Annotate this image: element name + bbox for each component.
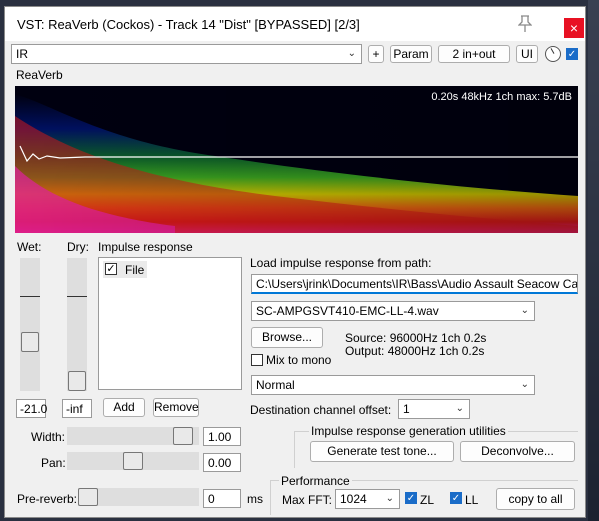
browse-button[interactable]: Browse... [251, 327, 323, 348]
dest-offset-value: 1 [403, 402, 410, 416]
wet-knob-icon[interactable] [545, 46, 561, 62]
width-slider[interactable] [67, 427, 199, 445]
width-value-field[interactable]: 1.00 [203, 427, 241, 446]
ir-file-dropdown[interactable]: SC-AMPGSVT410-EMC-LL-4.wav ⌄ [251, 301, 535, 321]
prereverb-value-field[interactable]: 0 [203, 489, 241, 508]
pan-slider-thumb[interactable] [123, 452, 143, 470]
dry-slider[interactable] [67, 258, 87, 391]
desktop-background [588, 0, 599, 521]
mix-to-mono-label: Mix to mono [266, 353, 332, 367]
preset-value: IR [16, 47, 28, 61]
ll-checkbox[interactable]: ✓ [450, 492, 462, 504]
pin-icon[interactable] [517, 15, 534, 33]
deconvolve-button[interactable]: Deconvolve... [460, 441, 575, 462]
remove-impulse-button[interactable]: Remove [153, 398, 199, 417]
chevron-down-icon: ⌄ [455, 403, 464, 414]
ir-path-input[interactable]: C:\Users\jrink\Documents\IR\Bass\Audio A… [251, 274, 578, 294]
param-button[interactable]: Param [390, 45, 432, 63]
ir-file-value: SC-AMPGSVT410-EMC-LL-4.wav [256, 304, 439, 318]
dry-value-field[interactable]: -inf [62, 399, 92, 418]
mode-dropdown[interactable]: Normal ⌄ [251, 375, 535, 395]
dest-offset-dropdown[interactable]: 1 ⌄ [398, 399, 470, 419]
mix-to-mono-checkbox[interactable] [251, 354, 263, 366]
width-label: Width: [31, 430, 66, 444]
list-item[interactable]: ✓ File [103, 261, 147, 278]
plugin-label: ReaVerb [16, 68, 63, 82]
dest-offset-label: Destination channel offset: [250, 403, 392, 417]
wet-label: Wet: [17, 240, 42, 254]
impulse-list[interactable]: ✓ File [98, 257, 242, 390]
wet-slider-thumb[interactable] [21, 332, 39, 352]
preset-dropdown[interactable]: IR ⌄ [11, 44, 362, 64]
add-preset-button[interactable]: + [368, 45, 384, 63]
chevron-down-icon: ⌄ [385, 493, 394, 504]
prereverb-slider[interactable] [78, 488, 199, 506]
gen-utilities-label: Impulse response generation utilities [309, 424, 508, 438]
bypass-checkbox[interactable]: ✓ [566, 48, 578, 60]
width-slider-thumb[interactable] [173, 427, 193, 445]
plugin-window: VST: ReaVerb (Cockos) - Track 14 "Dist" … [4, 6, 586, 518]
chevron-down-icon: ⌄ [520, 379, 529, 390]
max-fft-dropdown[interactable]: 1024 ⌄ [335, 489, 400, 509]
load-path-label: Load impulse response from path: [250, 256, 432, 270]
prereverb-label: Pre-reverb: [17, 492, 78, 506]
wet-slider[interactable] [20, 258, 40, 391]
chevron-down-icon: ⌄ [347, 48, 356, 59]
pan-value-field[interactable]: 0.00 [203, 453, 241, 472]
wet-value-field[interactable]: -21.0 [16, 399, 47, 418]
performance-label: Performance [279, 474, 352, 488]
title-bar[interactable]: VST: ReaVerb (Cockos) - Track 14 "Dist" … [5, 7, 585, 41]
close-button[interactable]: × [564, 18, 584, 38]
copy-to-all-button[interactable]: copy to all [496, 488, 575, 510]
ll-label: LL [465, 493, 479, 507]
close-icon: × [569, 20, 579, 36]
window-title: VST: ReaVerb (Cockos) - Track 14 "Dist" … [17, 17, 360, 32]
source-info: Source: 96000Hz 1ch 0.2s [345, 331, 487, 345]
zl-label: ZL [420, 493, 435, 507]
prereverb-slider-thumb[interactable] [78, 488, 98, 506]
spectrogram: 0.20s 48kHz 1ch max: 5.7dB [15, 86, 578, 233]
mode-value: Normal [256, 378, 295, 392]
pan-slider[interactable] [67, 452, 199, 470]
impulse-item-checkbox[interactable]: ✓ [105, 263, 117, 275]
impulse-item-label: File [125, 263, 145, 277]
max-fft-value: 1024 [340, 492, 367, 506]
spectrogram-info: 0.20s 48kHz 1ch max: 5.7dB [431, 91, 572, 103]
chevron-down-icon: ⌄ [520, 305, 529, 316]
add-impulse-button[interactable]: Add [103, 398, 145, 417]
pan-label: Pan: [41, 456, 66, 470]
dry-slider-thumb[interactable] [68, 371, 86, 391]
zl-checkbox[interactable]: ✓ [405, 492, 417, 504]
dry-label: Dry: [67, 240, 89, 254]
max-fft-label: Max FFT: [282, 493, 332, 507]
impulse-label: Impulse response [98, 240, 193, 254]
generate-tone-button[interactable]: Generate test tone... [310, 441, 454, 462]
output-info: Output: 48000Hz 1ch 0.2s [345, 344, 485, 358]
io-button[interactable]: 2 in+out [438, 45, 510, 63]
ui-button[interactable]: UI [516, 45, 538, 63]
prereverb-unit: ms [247, 492, 263, 506]
